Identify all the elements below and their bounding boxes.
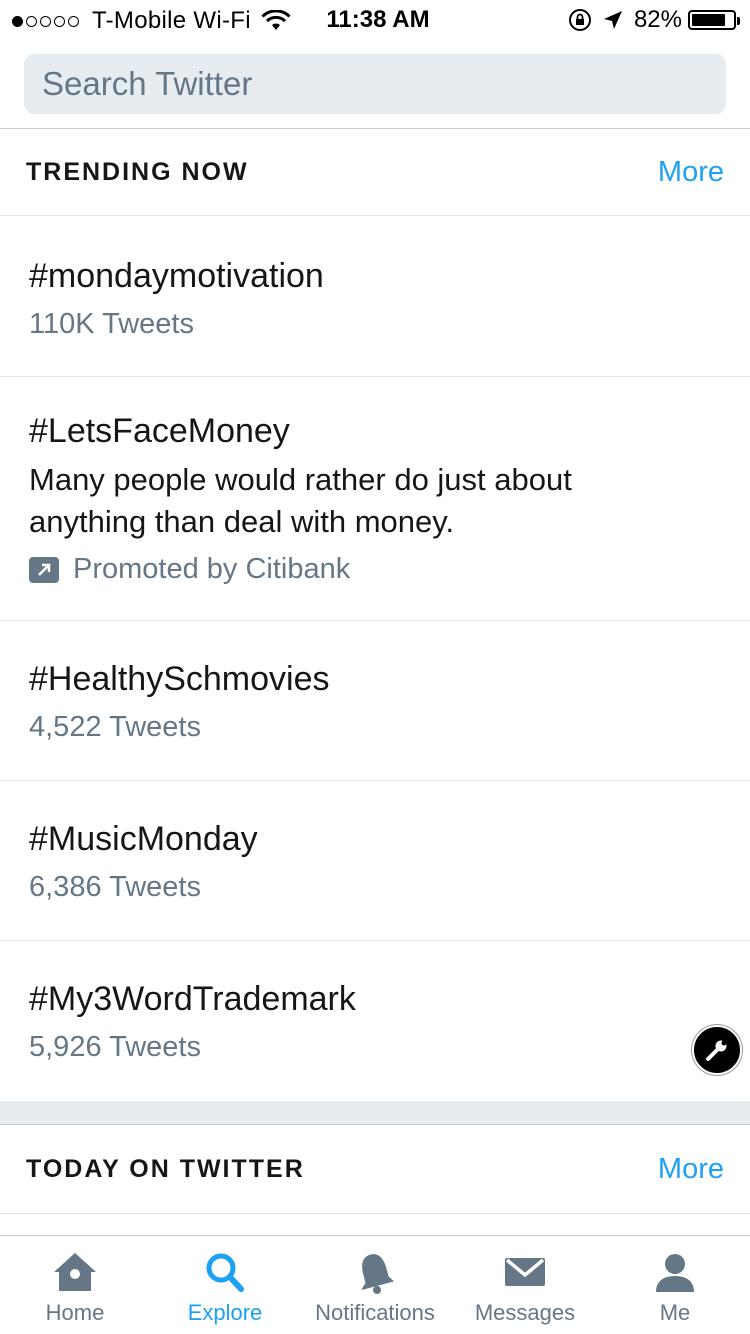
trend-item[interactable]: #MusicMonday 6,386 Tweets: [0, 781, 750, 941]
today-more-link[interactable]: More: [658, 1153, 724, 1186]
tab-label: Home: [45, 1300, 105, 1325]
trend-item[interactable]: #My3WordTrademark 5,926 Tweets: [0, 941, 750, 1101]
tab-me[interactable]: Me: [600, 1236, 750, 1334]
status-bar: T-Mobile Wi-Fi 11:38 AM 82%: [0, 0, 750, 40]
trending-more-link[interactable]: More: [658, 156, 724, 189]
trend-name: #My3WordTrademark: [29, 980, 356, 1018]
trend-tweet-count: 6,386 Tweets: [29, 871, 201, 903]
section-divider: [0, 1101, 750, 1124]
battery-icon: [688, 10, 740, 30]
trend-name: #MusicMonday: [29, 820, 258, 858]
search-input[interactable]: [24, 54, 726, 114]
status-right: 82%: [568, 6, 740, 34]
tab-explore[interactable]: Explore: [150, 1236, 300, 1334]
tab-label: Messages: [474, 1300, 576, 1325]
trend-name: #LetsFaceMoney: [29, 412, 290, 450]
trending-title: TRENDING NOW: [26, 157, 249, 186]
promoted-arrow-icon: [29, 556, 59, 583]
tab-notifications[interactable]: Notifications: [300, 1236, 450, 1334]
wrench-icon[interactable]: [692, 1025, 742, 1075]
promoted-by-text: Promoted by Citibank: [73, 553, 351, 585]
search-bar: [24, 54, 726, 114]
search-icon: [206, 1253, 244, 1292]
trending-header: TRENDING NOW More: [0, 128, 750, 216]
promoted-label: Promoted by Citibank: [29, 553, 750, 586]
bell-icon: [361, 1254, 395, 1294]
tab-messages[interactable]: Messages: [450, 1236, 600, 1334]
trend-item[interactable]: #HealthySchmovies 4,522 Tweets: [0, 621, 750, 781]
trend-name: #HealthySchmovies: [29, 660, 330, 698]
trend-description: Many people would rather do just about a…: [29, 462, 572, 539]
trend-tweet-count: 110K Tweets: [29, 308, 194, 340]
today-title: TODAY ON TWITTER: [26, 1154, 305, 1183]
person-icon: [656, 1254, 694, 1292]
tab-label: Notifications: [315, 1300, 435, 1325]
trend-item[interactable]: #mondaymotivation 110K Tweets: [0, 216, 750, 377]
rotation-lock-icon: [568, 9, 591, 31]
promoted-trend-item[interactable]: #LetsFaceMoney Many people would rather …: [0, 377, 750, 621]
tab-label: Me: [659, 1300, 691, 1325]
battery-percent: 82%: [633, 6, 682, 33]
trend-tweet-count: 5,926 Tweets: [29, 1031, 201, 1063]
home-icon: [54, 1253, 96, 1291]
today-header: TODAY ON TWITTER More: [0, 1124, 750, 1214]
location-arrow-icon: [603, 11, 622, 29]
tab-home[interactable]: Home: [0, 1236, 150, 1334]
trend-name: #mondaymotivation: [29, 257, 324, 295]
trend-tweet-count: 4,522 Tweets: [29, 711, 201, 743]
tab-label: Explore: [187, 1300, 263, 1325]
envelope-icon: [505, 1258, 545, 1286]
tab-bar: Home Explore Notifications Messages Me: [0, 1235, 750, 1334]
